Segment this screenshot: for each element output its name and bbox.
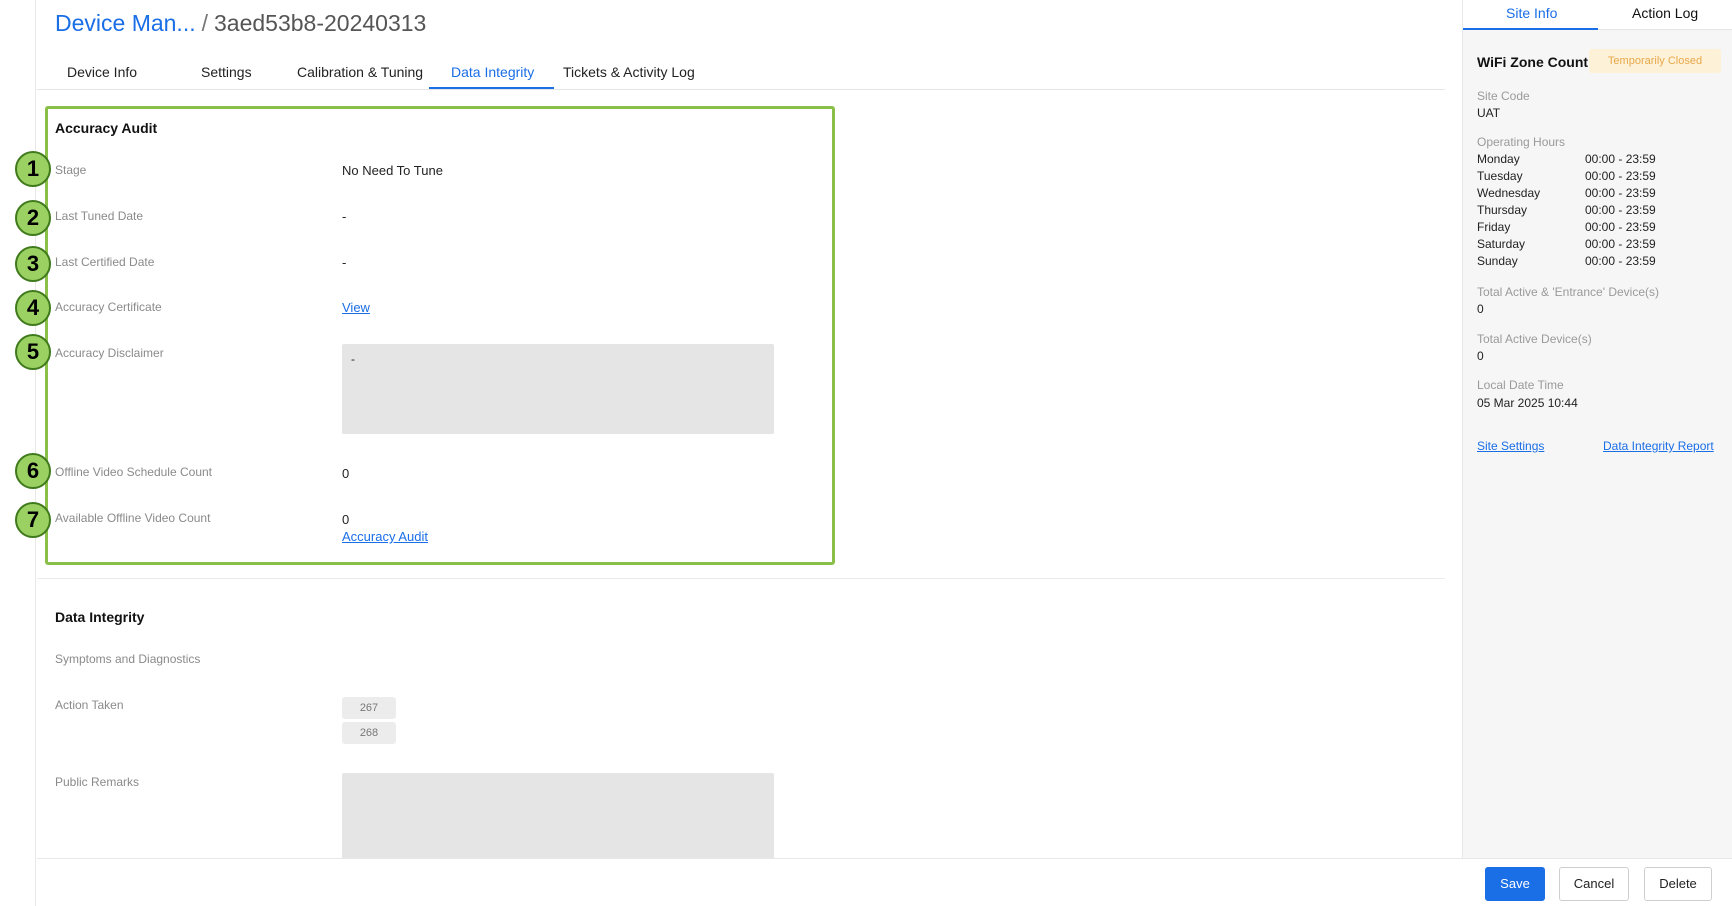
local-date-time-label: Local Date Time	[1477, 378, 1564, 392]
marker-5: 5	[15, 334, 51, 370]
footer-bar: Save Cancel Delete	[37, 858, 1732, 906]
hours-day: Friday	[1477, 220, 1511, 234]
accuracy-disclaimer-value: -	[351, 352, 355, 366]
breadcrumb-device-management[interactable]: Device Man...	[55, 10, 196, 36]
marker-4: 4	[15, 290, 51, 326]
right-panel-tabs: Site Info Action Log	[1463, 0, 1732, 30]
view-certificate-link[interactable]: View	[342, 300, 370, 315]
page-title: Device Man.../3aed53b8-20240313	[55, 10, 426, 37]
status-badge: Temporarily Closed	[1589, 49, 1721, 73]
public-remarks-textarea[interactable]	[342, 773, 774, 858]
tab-action-log[interactable]: Action Log	[1632, 5, 1698, 21]
symptoms-diagnostics-label: Symptoms and Diagnostics	[55, 652, 201, 666]
action-tag: 268	[342, 722, 396, 744]
tab-tickets-activity-log[interactable]: Tickets & Activity Log	[563, 64, 695, 80]
hours-day: Tuesday	[1477, 169, 1523, 183]
total-active-entrance-label: Total Active & 'Entrance' Device(s)	[1477, 285, 1659, 299]
tab-calibration-tuning[interactable]: Calibration & Tuning	[297, 64, 423, 80]
total-active-entrance-value: 0	[1477, 302, 1484, 316]
tab-bar: Device Info Settings Calibration & Tunin…	[37, 56, 1445, 90]
action-tag: 267	[342, 697, 396, 719]
offline-video-schedule-count-value: 0	[342, 466, 350, 481]
accuracy-disclaimer-textarea[interactable]: -	[342, 344, 774, 434]
hours-time: 00:00 - 23:59	[1585, 203, 1656, 217]
accuracy-disclaimer-label: Accuracy Disclaimer	[55, 346, 164, 360]
main-content: Device Man.../3aed53b8-20240313 Device I…	[37, 0, 1445, 858]
hours-time: 00:00 - 23:59	[1585, 152, 1656, 166]
cancel-button[interactable]: Cancel	[1559, 867, 1629, 901]
stage-value: No Need To Tune	[342, 163, 443, 178]
hours-time: 00:00 - 23:59	[1585, 186, 1656, 200]
last-tuned-date-value: -	[342, 209, 347, 224]
total-active-label: Total Active Device(s)	[1477, 332, 1592, 346]
action-taken-label: Action Taken	[55, 698, 124, 712]
available-offline-video-count-label: Available Offline Video Count	[55, 511, 211, 525]
data-integrity-report-link[interactable]: Data Integrity Report	[1603, 439, 1714, 453]
last-tuned-date-label: Last Tuned Date	[55, 209, 144, 223]
offline-video-schedule-count-label: Offline Video Schedule Count	[55, 465, 213, 479]
marker-7: 7	[15, 502, 51, 538]
tab-device-info[interactable]: Device Info	[67, 64, 137, 80]
marker-1: 1	[15, 151, 51, 187]
device-id: 3aed53b8-20240313	[214, 10, 427, 36]
available-offline-video-count-value: 0	[342, 512, 350, 527]
active-right-tab-indicator	[1463, 28, 1598, 30]
accuracy-audit-title: Accuracy Audit	[55, 120, 158, 136]
site-code-label: Site Code	[1477, 89, 1530, 103]
section-divider	[37, 578, 1445, 579]
stage-label: Stage	[55, 163, 87, 177]
marker-6: 6	[15, 453, 51, 489]
hours-time: 00:00 - 23:59	[1585, 169, 1656, 183]
site-code-value: UAT	[1477, 106, 1501, 120]
hours-day: Monday	[1477, 152, 1520, 166]
tab-data-integrity[interactable]: Data Integrity	[451, 64, 534, 80]
hours-time: 00:00 - 23:59	[1585, 254, 1656, 268]
site-name: WiFi Zone Count	[1477, 54, 1589, 70]
local-date-time-value: 05 Mar 2025 10:44	[1477, 396, 1578, 410]
data-integrity-title: Data Integrity	[55, 609, 145, 625]
delete-button[interactable]: Delete	[1644, 867, 1712, 901]
hours-time: 00:00 - 23:59	[1585, 237, 1656, 251]
operating-hours-label: Operating Hours	[1477, 135, 1566, 149]
save-button[interactable]: Save	[1485, 867, 1545, 901]
hours-time: 00:00 - 23:59	[1585, 220, 1656, 234]
active-tab-indicator	[429, 87, 554, 89]
accuracy-audit-link[interactable]: Accuracy Audit	[342, 529, 428, 544]
breadcrumb-separator: /	[201, 10, 208, 36]
hours-day: Thursday	[1477, 203, 1528, 217]
hours-day: Saturday	[1477, 237, 1526, 251]
public-remarks-label: Public Remarks	[55, 775, 140, 789]
last-certified-date-label: Last Certified Date	[55, 255, 155, 269]
tab-site-info[interactable]: Site Info	[1506, 5, 1557, 21]
marker-3: 3	[15, 246, 51, 282]
accuracy-certificate-label: Accuracy Certificate	[55, 300, 162, 314]
site-info-panel: Site Info Action Log WiFi Zone Count Tem…	[1462, 0, 1732, 858]
marker-2: 2	[15, 200, 51, 236]
hours-day: Sunday	[1477, 254, 1518, 268]
hours-day: Wednesday	[1477, 186, 1541, 200]
total-active-value: 0	[1477, 349, 1484, 363]
last-certified-date-value: -	[342, 255, 347, 270]
tab-settings[interactable]: Settings	[201, 64, 252, 80]
site-settings-link[interactable]: Site Settings	[1477, 439, 1544, 453]
